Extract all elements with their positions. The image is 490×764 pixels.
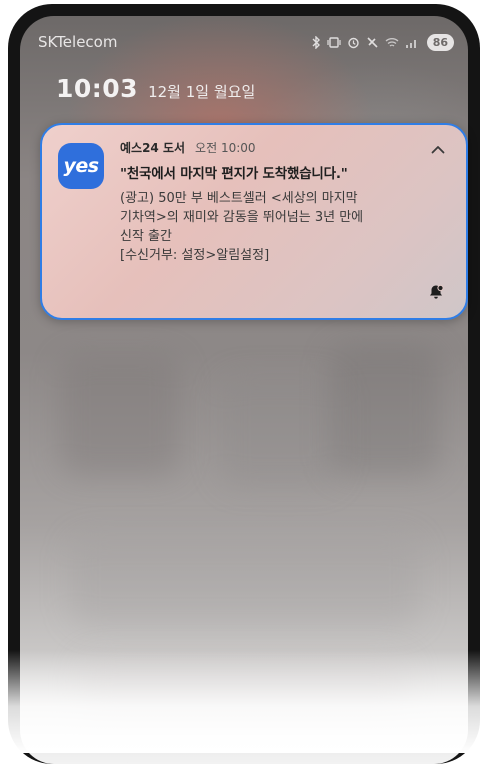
status-bar: SKTelecom 86 (38, 30, 454, 54)
notification-header: 예스24 도서 오전 10:00 (120, 139, 256, 156)
notification-body-line: (광고) 50만 부 베스트셀러 <세상의 마지막 (120, 191, 358, 206)
clock-time: 10:03 (56, 74, 139, 103)
bell-icon (430, 284, 444, 299)
vibrate-icon (327, 36, 341, 48)
lockscreen-clock: 10:03 12월 1일 월요일 (56, 74, 255, 103)
chevron-up-icon (431, 145, 445, 153)
notification-body: (광고) 50만 부 베스트셀러 <세상의 마지막 기차역>의 재미와 감동을 … (120, 189, 420, 265)
notification-time: 오전 10:00 (195, 141, 256, 155)
bluetooth-icon (312, 35, 320, 49)
blurred-background-shape (330, 346, 440, 476)
blurred-background-shape (70, 536, 420, 626)
signal-icon (405, 39, 416, 48)
notification-settings-button[interactable] (424, 280, 448, 304)
clock-date: 12월 1일 월요일 (148, 83, 256, 101)
collapse-button[interactable] (424, 135, 452, 163)
alarm-icon (347, 37, 359, 48)
carrier-name: SKTelecom (38, 33, 118, 51)
notification-body-line: 신작 출간 (120, 229, 172, 244)
battery-level: 86 (426, 33, 454, 51)
blurred-background-shape (60, 356, 180, 476)
notification-title: "천국에서 마지막 편지가 도착했습니다." (120, 166, 348, 182)
yes24-app-icon: yes (58, 143, 104, 189)
notification-body-line: [수신거부: 설정>알림설정] (120, 248, 270, 263)
notification-card[interactable]: yes 예스24 도서 오전 10:00 "천국에서 마지막 편지가 도착했습니… (40, 123, 468, 320)
notification-app-name: 예스24 도서 (120, 141, 186, 155)
blurred-background-shape (220, 376, 340, 486)
status-icons: 86 (311, 33, 454, 51)
mute-icon (367, 36, 378, 48)
wifi-icon (385, 37, 399, 47)
notification-body-line: 기차역>의 재미와 감동을 뛰어넘는 3년 만에 (120, 210, 364, 225)
bottom-fade (0, 650, 490, 753)
